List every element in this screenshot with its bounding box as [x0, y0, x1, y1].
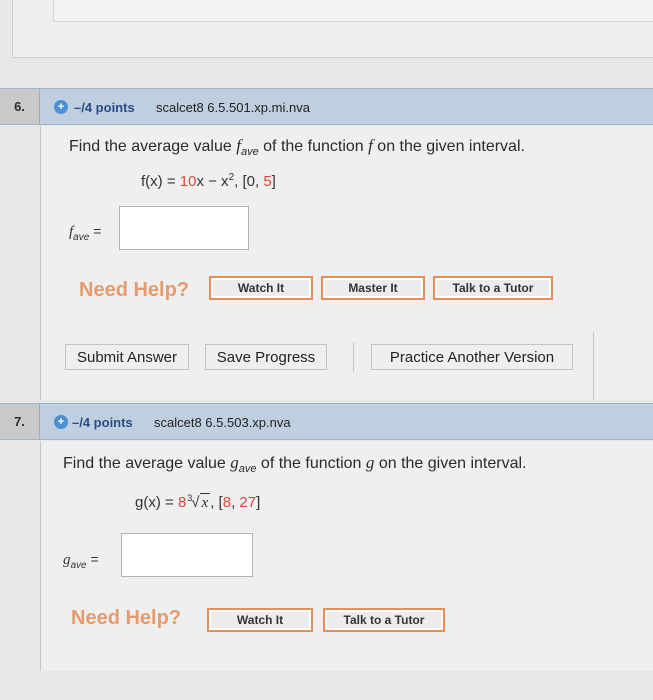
question-6-header: 6. + –/4 points scalcet8 6.5.501.xp.mi.n… [0, 88, 653, 125]
expand-plus-icon[interactable]: + [54, 415, 68, 429]
question-7-header: 7. + –/4 points scalcet8 6.5.503.xp.nva [0, 403, 653, 440]
talk-to-tutor-button[interactable]: Talk to a Tutor [433, 276, 553, 300]
save-progress-button[interactable]: Save Progress [205, 344, 327, 370]
answer-label: fave = [69, 223, 102, 243]
expand-plus-icon[interactable]: + [54, 100, 68, 114]
button-divider [353, 342, 354, 372]
function-formula: g(x) = 83√ x, [8, 27] [135, 493, 261, 511]
problem-id: scalcet8 6.5.501.xp.mi.nva [156, 100, 310, 115]
answer-input[interactable] [119, 206, 249, 250]
question-prompt: Find the average value gave of the funct… [63, 453, 527, 476]
practice-another-version-button[interactable]: Practice Another Version [371, 344, 573, 370]
problem-id: scalcet8 6.5.503.xp.nva [154, 415, 291, 430]
question-number: 7. [0, 404, 40, 439]
watch-it-button[interactable]: Watch It [209, 276, 313, 300]
master-it-button[interactable]: Master It [321, 276, 425, 300]
panel-divider [593, 332, 594, 400]
points-label: –/4 points [72, 415, 133, 430]
previous-question-footer [53, 0, 653, 22]
question-6-body: Find the average value fave of the funct… [40, 126, 653, 400]
need-help-label: Need Help? [79, 279, 190, 301]
points-label: –/4 points [74, 100, 135, 115]
need-help-label: Need Help? [71, 607, 182, 629]
question-number: 6. [0, 89, 40, 124]
question-7-body: Find the average value gave of the funct… [40, 441, 653, 671]
previous-question-panel [12, 0, 653, 58]
webassign-page: 6. + –/4 points scalcet8 6.5.501.xp.mi.n… [0, 0, 653, 700]
function-formula: f(x) = 10x − x2, [0, 5] [141, 172, 276, 190]
answer-input[interactable] [121, 533, 253, 577]
watch-it-button[interactable]: Watch It [207, 608, 313, 632]
answer-label: gave = [63, 551, 99, 571]
cube-root-icon: √ [191, 494, 200, 511]
question-prompt: Find the average value fave of the funct… [69, 136, 525, 159]
talk-to-tutor-button[interactable]: Talk to a Tutor [323, 608, 445, 632]
submit-answer-button[interactable]: Submit Answer [65, 344, 189, 370]
